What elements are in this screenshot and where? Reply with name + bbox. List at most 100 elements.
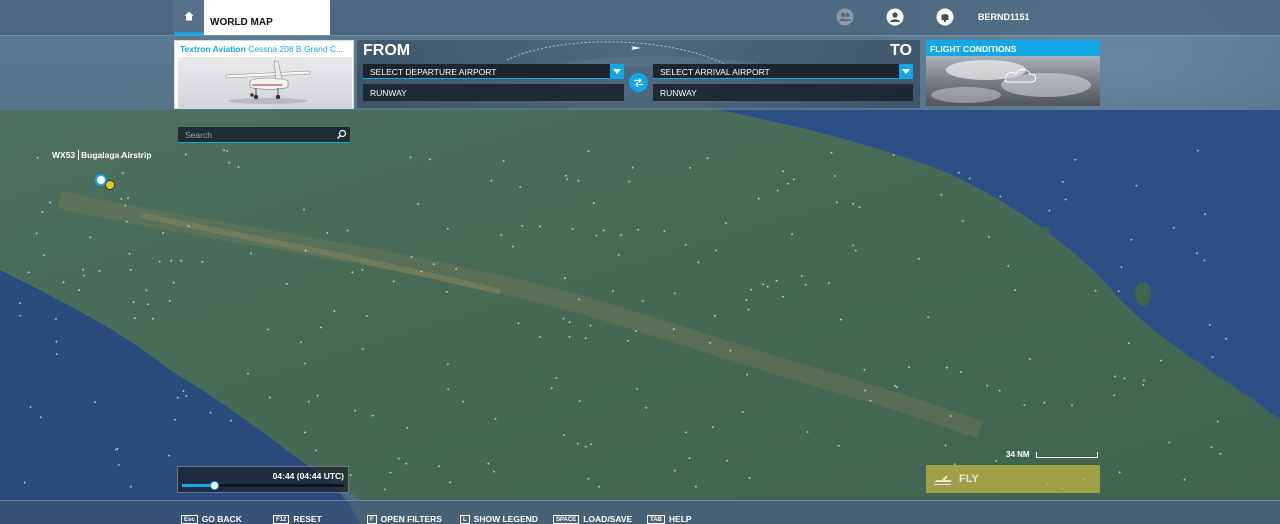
map-airport-dot[interactable] bbox=[320, 326, 322, 329]
map-airport-dot[interactable] bbox=[432, 263, 435, 265]
map-airport-dot[interactable] bbox=[55, 353, 58, 355]
map-airport-dot[interactable] bbox=[114, 448, 117, 451]
map-airport-dot[interactable] bbox=[949, 415, 952, 417]
map-airport-dot[interactable] bbox=[365, 315, 368, 317]
map-airport-dot[interactable] bbox=[602, 229, 605, 232]
map-airport-dot[interactable] bbox=[628, 180, 631, 183]
map-airport-dot[interactable] bbox=[1142, 384, 1145, 386]
map-airport-dot[interactable] bbox=[894, 384, 897, 387]
map-airport-dot[interactable] bbox=[863, 369, 866, 371]
map-airport-dot[interactable] bbox=[804, 283, 807, 286]
map-airport-dot[interactable] bbox=[132, 301, 135, 303]
map-airport-dot[interactable] bbox=[782, 295, 784, 298]
map-airport-dot[interactable] bbox=[592, 202, 595, 205]
map-airport-dot[interactable] bbox=[1211, 356, 1214, 358]
map-airport-dot[interactable] bbox=[961, 220, 964, 222]
map-airport-dot[interactable] bbox=[304, 431, 306, 434]
map-airport-dot[interactable] bbox=[346, 229, 349, 232]
map-airport-dot[interactable] bbox=[487, 462, 490, 465]
map-airport-dot[interactable] bbox=[420, 270, 423, 273]
map-airport-dot[interactable] bbox=[129, 269, 132, 271]
map-airport-dot[interactable] bbox=[1113, 394, 1116, 397]
map-airport-dot[interactable] bbox=[589, 324, 592, 327]
departure-airport-select[interactable]: SELECT DEPARTURE AIRPORT bbox=[363, 64, 624, 79]
map-airport-dot[interactable] bbox=[555, 377, 558, 379]
map-airport-dot[interactable] bbox=[180, 259, 183, 262]
map-airport-dot[interactable] bbox=[674, 292, 676, 295]
map-airport-dot[interactable] bbox=[517, 322, 520, 325]
map-airport-dot[interactable] bbox=[645, 407, 648, 409]
map-airport-dot[interactable] bbox=[578, 400, 581, 403]
map-airport-dot[interactable] bbox=[750, 288, 752, 291]
map-airport-dot[interactable] bbox=[598, 485, 600, 488]
map-airport-dot[interactable] bbox=[384, 488, 386, 491]
map-airport-dot[interactable] bbox=[120, 198, 123, 200]
map-airport-dot[interactable] bbox=[133, 317, 136, 320]
map-airport-dot[interactable] bbox=[568, 335, 571, 338]
map-airport-dot[interactable] bbox=[125, 220, 128, 223]
map-airport-dot[interactable] bbox=[151, 317, 154, 320]
map-airport-dot[interactable] bbox=[587, 150, 590, 153]
map-airport-dot[interactable] bbox=[1007, 265, 1010, 267]
map-airport-dot[interactable] bbox=[590, 443, 592, 446]
map-airport-dot[interactable] bbox=[1123, 377, 1126, 380]
hotkey-go-back[interactable]: Esc GO BACK bbox=[181, 514, 242, 524]
map-airport-dot[interactable] bbox=[595, 234, 598, 237]
map-airport-dot[interactable] bbox=[715, 249, 718, 252]
map-airport-dot[interactable] bbox=[36, 157, 39, 159]
map-airport-dot[interactable] bbox=[237, 166, 240, 168]
map-airport-dot[interactable] bbox=[519, 186, 522, 189]
map-airport-dot[interactable] bbox=[307, 400, 310, 403]
map-airport-dot[interactable] bbox=[1216, 420, 1219, 423]
map-airport-dot[interactable] bbox=[446, 227, 449, 230]
map-airport-dot[interactable] bbox=[303, 208, 305, 211]
hotkey-help[interactable]: TAB HELP bbox=[647, 514, 692, 524]
map-airport-dot[interactable] bbox=[184, 153, 187, 156]
map-airport-dot[interactable] bbox=[627, 339, 629, 342]
map-airport-dot[interactable] bbox=[688, 457, 691, 459]
map-airport-dot[interactable] bbox=[354, 409, 357, 412]
map-airport-dot[interactable] bbox=[82, 268, 85, 271]
profile-icon[interactable] bbox=[886, 8, 904, 26]
map-airport-dot[interactable] bbox=[130, 485, 132, 488]
map-airport-dot[interactable] bbox=[584, 445, 587, 448]
map-airport-dot[interactable] bbox=[577, 442, 579, 445]
map-airport-dot[interactable] bbox=[285, 282, 288, 285]
map-airport-dot[interactable] bbox=[326, 232, 329, 234]
map-airport-dot[interactable] bbox=[995, 460, 998, 462]
flight-conditions-panel[interactable]: FLIGHT CONDITIONS bbox=[926, 40, 1100, 106]
map-airport-dot[interactable] bbox=[23, 481, 26, 484]
map-airport-dot[interactable] bbox=[1208, 324, 1211, 326]
map-airport-dot[interactable] bbox=[852, 244, 854, 247]
map-airport-dot[interactable] bbox=[620, 234, 622, 237]
map-airport-dot[interactable] bbox=[1173, 226, 1175, 229]
hotkey-load-save[interactable]: SPACE LOAD/SAVE bbox=[553, 514, 632, 524]
map-airport-dot[interactable] bbox=[1225, 337, 1228, 340]
map-airport-dot[interactable] bbox=[228, 161, 231, 164]
map-airport-dot[interactable] bbox=[494, 418, 497, 420]
map-airport-dot[interactable] bbox=[83, 274, 85, 277]
map-airport-dot[interactable] bbox=[745, 299, 748, 301]
map-airport-dot[interactable] bbox=[94, 401, 96, 403]
map-airport-dot[interactable] bbox=[1210, 446, 1213, 449]
map-airport-dot[interactable] bbox=[1071, 404, 1073, 407]
map-airport-dot[interactable] bbox=[611, 290, 614, 292]
map-airport-dot[interactable] bbox=[746, 373, 749, 376]
map-airport-dot[interactable] bbox=[1061, 181, 1064, 183]
hotkey-open-filters[interactable]: F OPEN FILTERS bbox=[367, 514, 442, 524]
map-airport-dot[interactable] bbox=[858, 206, 861, 209]
map-airport-dot[interactable] bbox=[316, 394, 319, 397]
map-airport-dot[interactable] bbox=[19, 302, 21, 305]
map-airport-dot[interactable] bbox=[226, 150, 229, 152]
map-airport-dot[interactable] bbox=[806, 431, 809, 433]
map-airport-dot[interactable] bbox=[447, 388, 450, 391]
map-airport-dot[interactable] bbox=[247, 372, 249, 375]
map-airport-dot[interactable] bbox=[445, 290, 448, 293]
map-airport-dot[interactable] bbox=[55, 340, 58, 343]
map-airport-dot[interactable] bbox=[170, 259, 173, 262]
map-airport-dot[interactable] bbox=[864, 389, 867, 392]
notifications-icon[interactable] bbox=[936, 8, 954, 26]
map-airport-dot[interactable] bbox=[830, 151, 833, 154]
map-airport-dot[interactable] bbox=[158, 260, 161, 263]
map-airport-dot[interactable] bbox=[697, 261, 700, 264]
